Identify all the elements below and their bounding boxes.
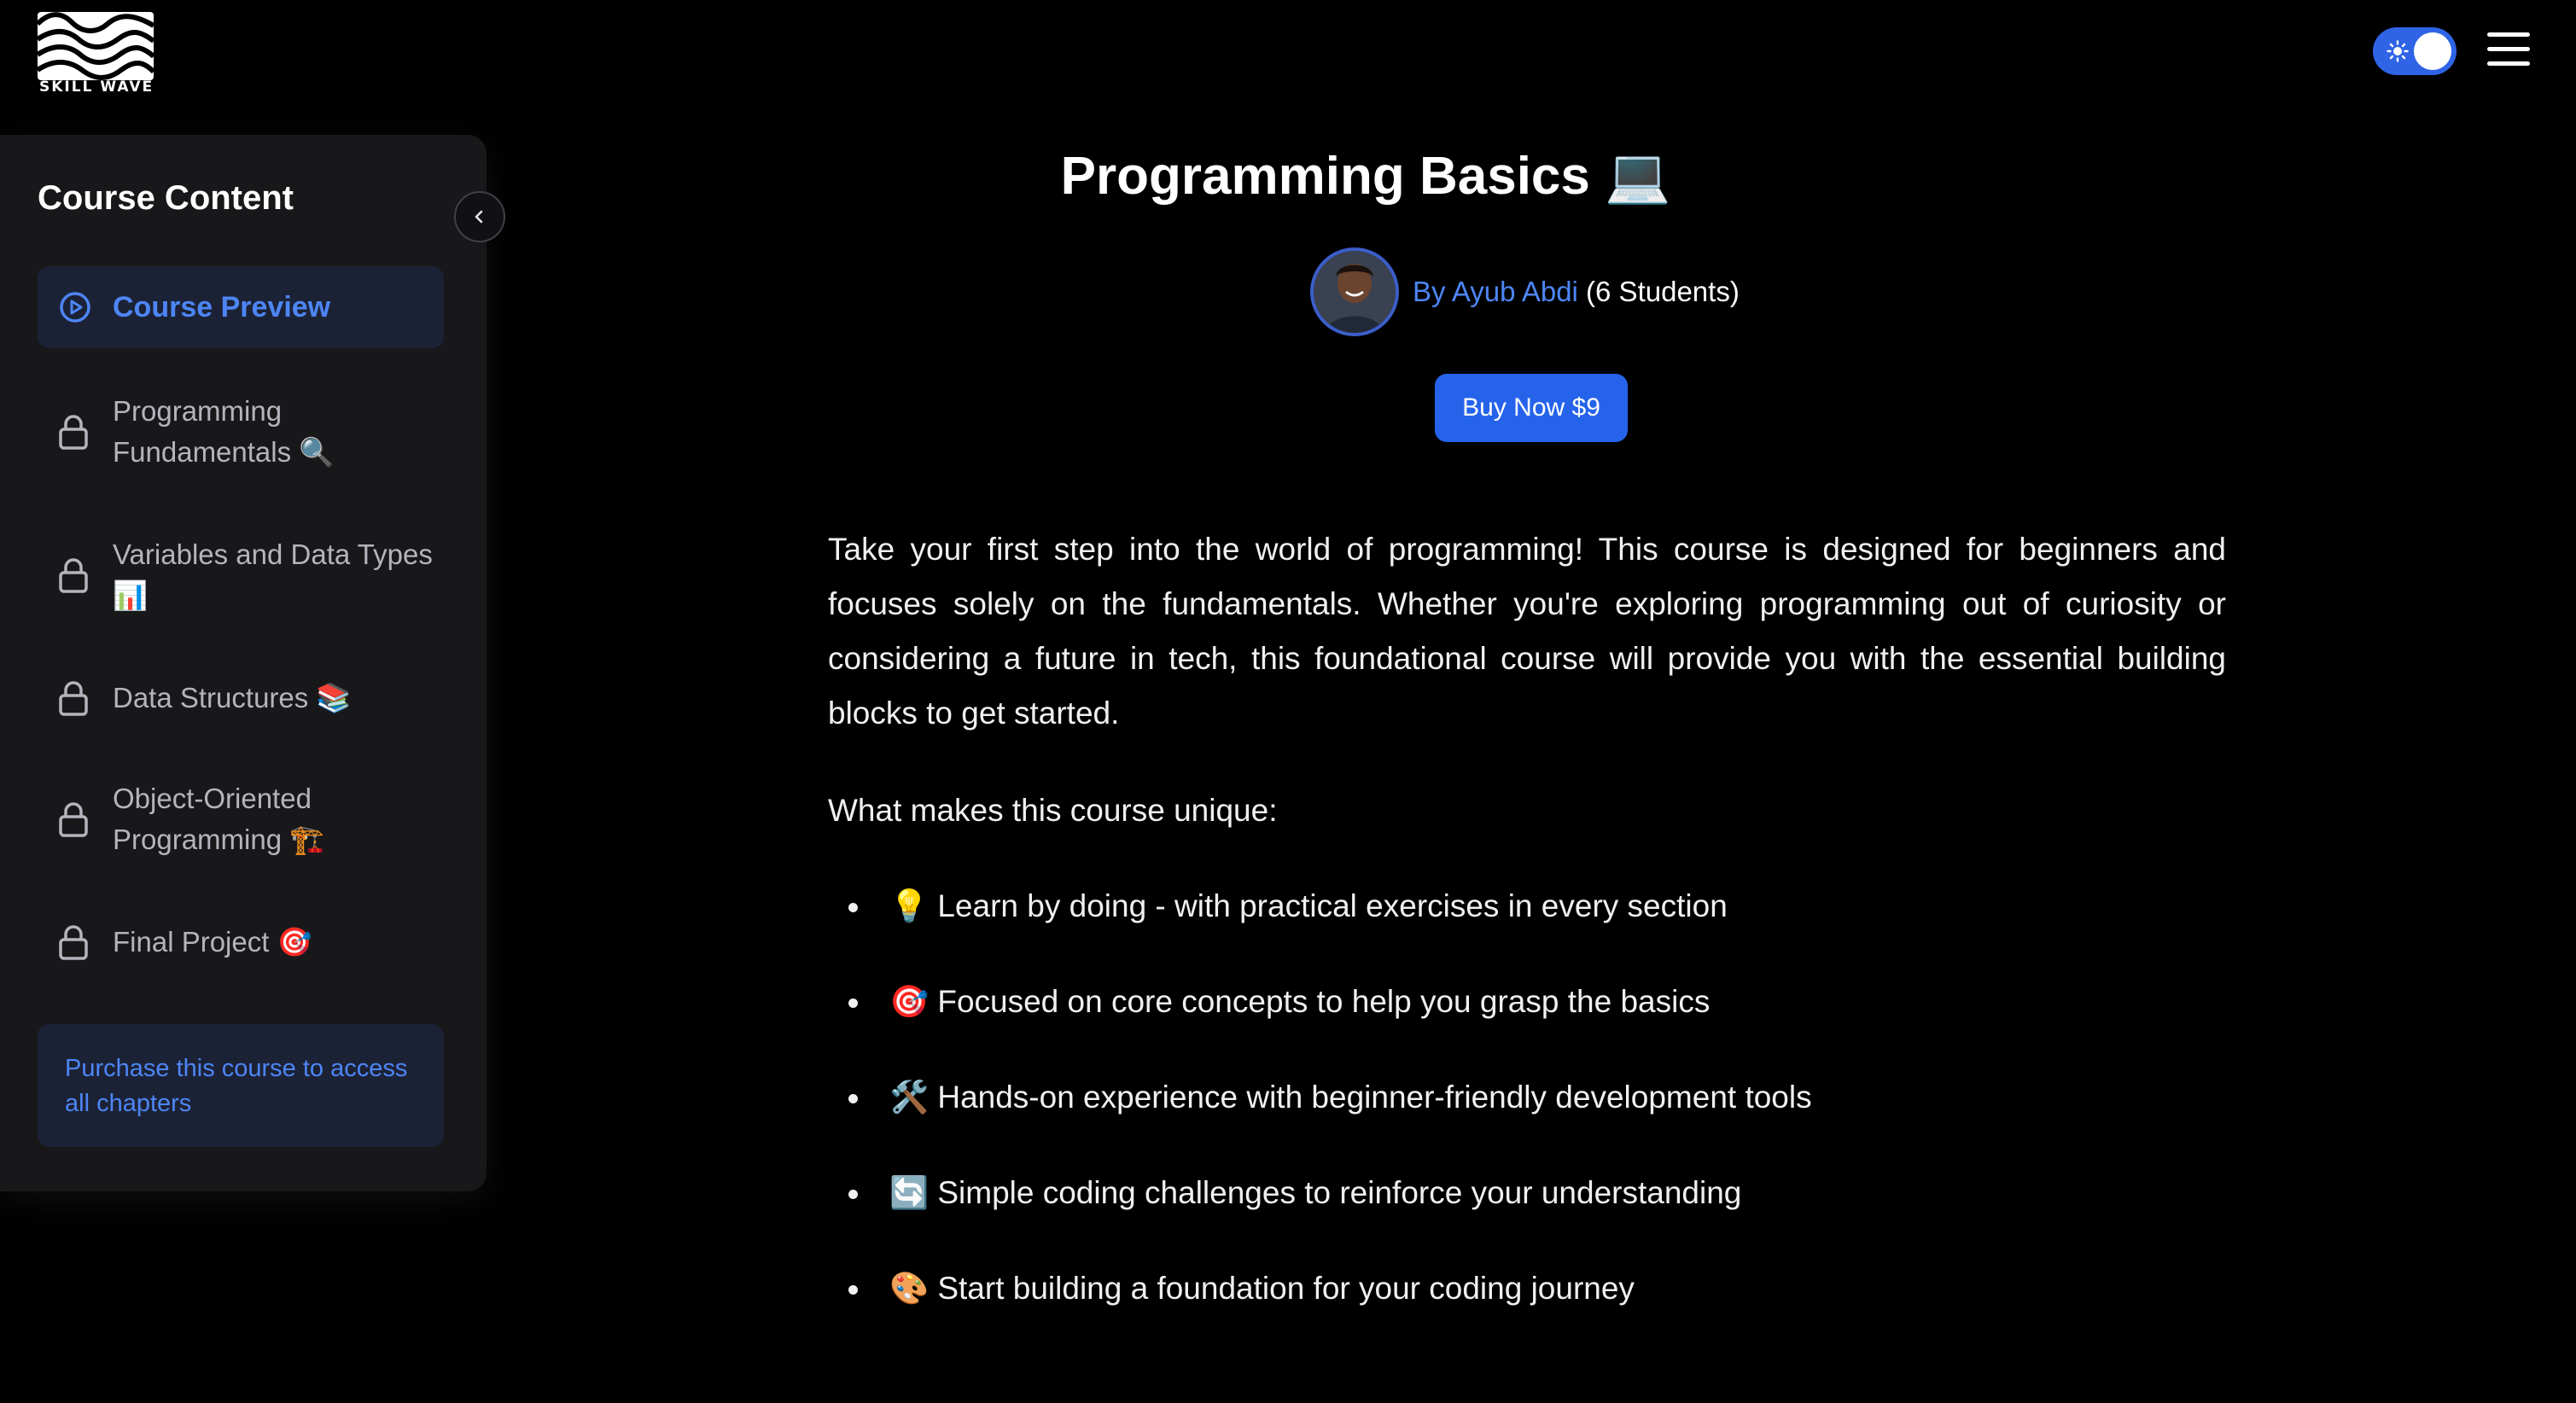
chapter-label: Data Structures 📚 bbox=[113, 682, 352, 713]
lock-icon bbox=[59, 925, 88, 960]
logo-text: SKILL WAVE bbox=[39, 79, 154, 96]
chapter-label: Course Preview bbox=[113, 291, 331, 323]
chevron-left-icon bbox=[475, 210, 483, 224]
author-row: By Ayub Abdi (6 Students) bbox=[1310, 247, 1740, 336]
collapse-sidebar-button[interactable] bbox=[454, 191, 505, 242]
chapter-label: Variables and Data Types 📊 bbox=[113, 538, 433, 611]
lock-icon bbox=[59, 802, 88, 837]
chapter-programming-fundamentals[interactable]: Programming Fundamentals 🔍 bbox=[38, 381, 444, 483]
list-item: 🎯 Focused on core concepts to help you g… bbox=[845, 975, 2211, 1070]
chapter-course-preview[interactable]: Course Preview bbox=[38, 266, 444, 348]
hamburger-menu-icon[interactable] bbox=[2487, 32, 2530, 67]
lock-icon bbox=[59, 558, 88, 593]
chapter-data-structures[interactable]: Data Structures 📚 bbox=[38, 664, 444, 732]
chapter-label: Programming Fundamentals 🔍 bbox=[113, 395, 335, 468]
chapter-object-oriented-programming[interactable]: Object-Oriented Programming 🏗️ bbox=[38, 768, 444, 870]
toggle-knob bbox=[2414, 32, 2451, 70]
chapter-final-project[interactable]: Final Project 🎯 bbox=[38, 908, 444, 976]
list-item: 🛠️ Hands-on experience with beginner-fri… bbox=[845, 1070, 2211, 1166]
author-link[interactable]: By Ayub Abdi bbox=[1413, 276, 1578, 307]
list-item: 🔄 Simple coding challenges to reinforce … bbox=[845, 1166, 2211, 1261]
play-circle-icon bbox=[60, 292, 90, 323]
author-avatar-icon bbox=[1314, 251, 1396, 333]
avatar[interactable] bbox=[1310, 247, 1399, 336]
chapter-label: Final Project 🎯 bbox=[113, 926, 312, 958]
buy-now-button[interactable]: Buy Now $9 bbox=[1435, 374, 1628, 442]
student-count: (6 Students) bbox=[1586, 276, 1740, 307]
theme-toggle[interactable] bbox=[2373, 27, 2457, 75]
purchase-note: Purchase this course to access all chapt… bbox=[38, 1024, 444, 1147]
lock-icon bbox=[59, 681, 88, 716]
course-content-sidebar: Course Content Course Preview Programmin… bbox=[0, 135, 487, 1191]
chapter-label: Object-Oriented Programming 🏗️ bbox=[113, 783, 325, 855]
course-title: Programming Basics 💻 bbox=[1060, 147, 1671, 206]
author-text: By Ayub Abdi (6 Students) bbox=[1413, 276, 1740, 308]
list-item: 💡 Learn by doing - with practical exerci… bbox=[845, 879, 2211, 975]
course-description: Take your first step into the world of p… bbox=[828, 532, 2226, 731]
skill-wave-logo[interactable]: SKILL WAVE bbox=[38, 12, 155, 96]
wave-logo-icon bbox=[38, 12, 154, 80]
sun-icon bbox=[2387, 40, 2409, 62]
feature-list: 💡 Learn by doing - with practical exerci… bbox=[845, 879, 2211, 1357]
lock-icon bbox=[59, 415, 88, 450]
chapter-variables-and-data-types[interactable]: Variables and Data Types 📊 bbox=[38, 524, 444, 626]
unique-heading: What makes this course unique: bbox=[828, 793, 1278, 828]
list-item: 🎨 Start building a foundation for your c… bbox=[845, 1261, 2211, 1357]
sidebar-title: Course Content bbox=[38, 179, 294, 217]
